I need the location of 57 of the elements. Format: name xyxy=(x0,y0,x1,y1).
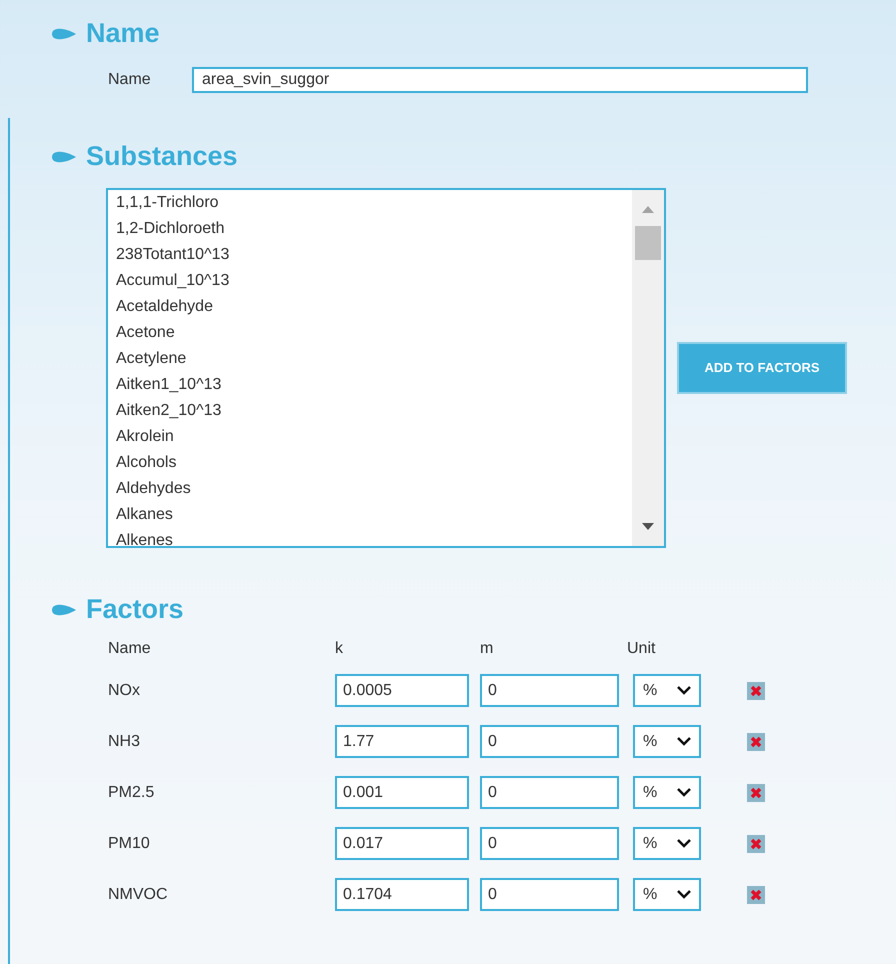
field-label: Name xyxy=(108,70,152,90)
delete-icon[interactable] xyxy=(747,834,765,852)
k-field[interactable]: 0.001 xyxy=(335,776,469,809)
k-field[interactable]: 0.0005 xyxy=(335,674,469,707)
factor-name: PM2.5 xyxy=(108,782,156,802)
scroll-down-icon[interactable] xyxy=(642,523,654,530)
column-header: Name xyxy=(108,639,152,659)
m-field[interactable]: 0 xyxy=(480,674,619,707)
chevron-down-icon xyxy=(677,839,691,848)
list-option[interactable]: Acetaldehyde xyxy=(116,294,632,320)
scrollbar[interactable] xyxy=(632,190,664,546)
scrollbar-thumb[interactable] xyxy=(635,226,661,260)
k-field[interactable]: 0.017 xyxy=(335,827,469,860)
m-field[interactable]: 0 xyxy=(480,725,619,758)
section-heading: Name xyxy=(86,20,160,47)
list-option[interactable]: Alkanes xyxy=(116,502,632,528)
section-heading: Substances xyxy=(86,143,238,170)
factor-name: NMVOC xyxy=(108,884,169,904)
unit-select[interactable]: % xyxy=(633,674,701,707)
unit-select[interactable]: % xyxy=(633,725,701,758)
column-header: m xyxy=(480,639,494,659)
section-heading: Factors xyxy=(86,596,184,623)
k-field[interactable]: 1.77 xyxy=(335,725,469,758)
column-header: Unit xyxy=(627,639,656,659)
m-field[interactable]: 0 xyxy=(480,827,619,860)
chevron-down-icon xyxy=(677,890,691,899)
list-option[interactable]: 1,2-Dichloroeth xyxy=(116,216,632,242)
name-field[interactable]: area_svin_suggor xyxy=(192,67,808,93)
chevron-down-icon xyxy=(677,788,691,797)
column-header: k xyxy=(335,639,344,659)
unit-select[interactable]: % xyxy=(633,878,701,911)
delete-icon[interactable] xyxy=(747,886,765,904)
list-option[interactable]: Aldehydes xyxy=(116,476,632,502)
list-option[interactable]: Acetylene xyxy=(116,346,632,372)
list-option[interactable]: 1,1,1-Trichloro xyxy=(116,190,632,216)
list-option[interactable]: 238Totant10^13 xyxy=(116,242,632,268)
substance-list[interactable]: 1,1,1-Trichloro 1,2-Dichloroeth 238Totant10^13 Accumul_10^13 Acetaldehyde Acetone Acetylene Aitken1_10^13 Aitken2_10^13 Akrolein Alcohols Aldehydes Alkanes Alkenes xyxy=(106,188,666,548)
list-option[interactable]: Alkenes xyxy=(116,528,632,546)
factor-name: NOx xyxy=(108,680,141,700)
delete-icon[interactable] xyxy=(747,682,765,700)
unit-select[interactable]: % xyxy=(633,827,701,860)
m-field[interactable]: 0 xyxy=(480,776,619,809)
factor-name: NH3 xyxy=(108,732,142,752)
delete-icon[interactable] xyxy=(747,784,765,802)
m-field[interactable]: 0 xyxy=(480,878,619,911)
chevron-down-icon xyxy=(677,737,691,746)
list-option[interactable]: Aitken2_10^13 xyxy=(116,398,632,424)
list-option[interactable]: Alcohols xyxy=(116,450,632,476)
list-option[interactable]: Aitken1_10^13 xyxy=(116,372,632,398)
unit-select[interactable]: % xyxy=(633,776,701,809)
list-option[interactable]: Acetone xyxy=(116,320,632,346)
list-option[interactable]: Akrolein xyxy=(116,424,632,450)
factor-name: PM10 xyxy=(108,834,151,854)
list-option[interactable]: Accumul_10^13 xyxy=(116,268,632,294)
chevron-down-icon xyxy=(677,686,691,695)
k-field[interactable]: 0.1704 xyxy=(335,878,469,911)
delete-icon[interactable] xyxy=(747,732,765,750)
